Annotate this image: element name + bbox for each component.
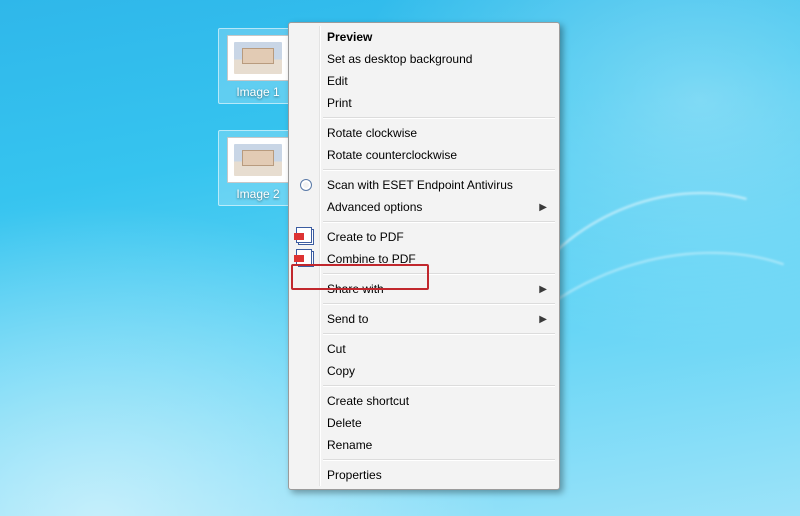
menu-item-label: Scan with ESET Endpoint Antivirus xyxy=(327,178,513,192)
menu-item-label: Preview xyxy=(327,30,372,44)
submenu-arrow-icon: ▶ xyxy=(539,284,547,295)
menu-item-create-shortcut[interactable]: Create shortcut xyxy=(291,390,557,412)
menu-item-combine-to-pdf[interactable]: Combine to PDF xyxy=(291,248,557,270)
menu-item-label: Properties xyxy=(327,468,382,482)
menu-item-send-to[interactable]: Send to ▶ xyxy=(291,308,557,330)
menu-item-share-with[interactable]: Share with ▶ xyxy=(291,278,557,300)
menu-separator xyxy=(323,385,555,387)
menu-separator xyxy=(323,333,555,335)
menu-separator xyxy=(323,221,555,223)
menu-item-label: Rename xyxy=(327,438,372,452)
menu-item-create-to-pdf[interactable]: Create to PDF xyxy=(291,226,557,248)
menu-item-rotate-clockwise[interactable]: Rotate clockwise xyxy=(291,122,557,144)
menu-item-rotate-counterclockwise[interactable]: Rotate counterclockwise xyxy=(291,144,557,166)
menu-item-copy[interactable]: Copy xyxy=(291,360,557,382)
menu-item-delete[interactable]: Delete xyxy=(291,412,557,434)
submenu-arrow-icon: ▶ xyxy=(539,202,547,213)
pdf-icon xyxy=(298,251,314,267)
menu-item-label: Rotate clockwise xyxy=(327,126,417,140)
menu-item-label: Create to PDF xyxy=(327,230,404,244)
menu-separator xyxy=(323,117,555,119)
desktop-icon-image1[interactable]: Image 1 xyxy=(218,28,298,104)
image-thumbnail xyxy=(227,137,289,183)
menu-item-rename[interactable]: Rename xyxy=(291,434,557,456)
menu-item-label: Combine to PDF xyxy=(327,252,416,266)
menu-item-preview[interactable]: Preview xyxy=(291,26,557,48)
menu-item-label: Print xyxy=(327,96,352,110)
menu-item-label: Set as desktop background xyxy=(327,52,472,66)
menu-item-label: Edit xyxy=(327,74,348,88)
menu-separator xyxy=(323,273,555,275)
pdf-icon xyxy=(298,229,314,245)
menu-item-label: Create shortcut xyxy=(327,394,409,408)
menu-item-label: Advanced options xyxy=(327,200,422,214)
menu-item-label: Cut xyxy=(327,342,346,356)
menu-separator xyxy=(323,303,555,305)
menu-item-cut[interactable]: Cut xyxy=(291,338,557,360)
context-menu: Preview Set as desktop background Edit P… xyxy=(288,22,560,490)
menu-item-properties[interactable]: Properties xyxy=(291,464,557,486)
desktop[interactable]: Image 1 Image 2 Preview Set as desktop b… xyxy=(0,0,800,516)
menu-item-scan-eset[interactable]: Scan with ESET Endpoint Antivirus xyxy=(291,174,557,196)
menu-item-advanced-options[interactable]: Advanced options ▶ xyxy=(291,196,557,218)
menu-item-print[interactable]: Print xyxy=(291,92,557,114)
desktop-icon-label: Image 1 xyxy=(219,85,297,99)
menu-separator xyxy=(323,169,555,171)
menu-item-label: Send to xyxy=(327,312,368,326)
submenu-arrow-icon: ▶ xyxy=(539,314,547,325)
menu-item-label: Delete xyxy=(327,416,362,430)
menu-item-label: Share with xyxy=(327,282,384,296)
menu-item-set-desktop-background[interactable]: Set as desktop background xyxy=(291,48,557,70)
desktop-icon-label: Image 2 xyxy=(219,187,297,201)
menu-item-label: Copy xyxy=(327,364,355,378)
menu-separator xyxy=(323,459,555,461)
menu-item-label: Rotate counterclockwise xyxy=(327,148,457,162)
desktop-icon-image2[interactable]: Image 2 xyxy=(218,130,298,206)
eset-icon xyxy=(298,177,314,193)
menu-item-edit[interactable]: Edit xyxy=(291,70,557,92)
image-thumbnail xyxy=(227,35,289,81)
